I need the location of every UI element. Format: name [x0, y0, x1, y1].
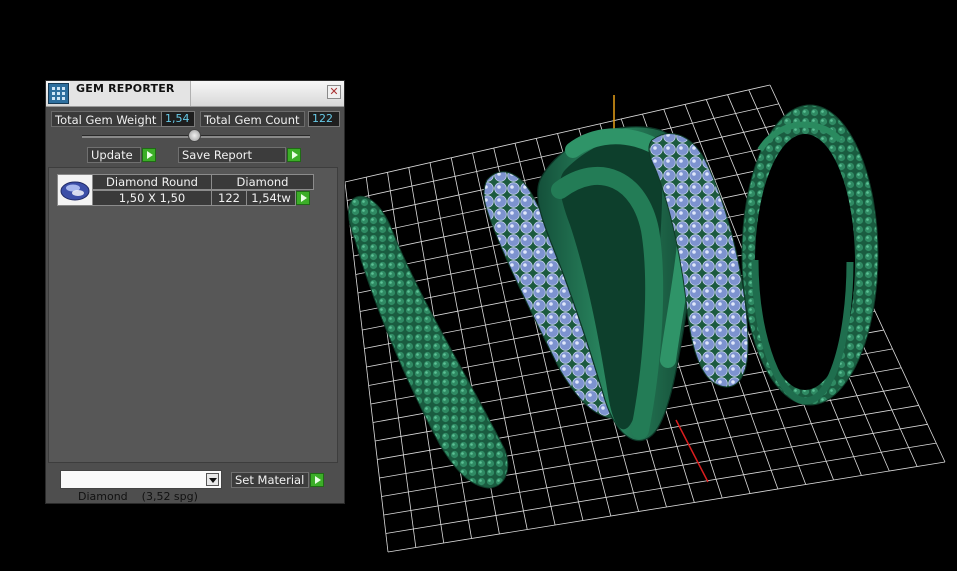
chevron-down-icon[interactable] — [206, 473, 219, 486]
x-axis-line — [675, 419, 709, 483]
gem-size: 1,50 X 1,50 — [92, 190, 212, 206]
beaded-ring-right — [741, 104, 879, 406]
update-button[interactable]: Update — [87, 147, 141, 163]
panel-titlebar[interactable]: GEM REPORTER ✕ — [46, 81, 344, 107]
total-gem-weight-value: 1,54 — [161, 111, 195, 127]
save-report-button[interactable]: Save Report — [178, 147, 286, 163]
gem-weight: 1,54tw — [246, 190, 296, 206]
total-gem-weight-label: Total Gem Weight — [51, 111, 162, 127]
close-icon[interactable]: ✕ — [327, 85, 341, 99]
gem-row-arrow-icon[interactable] — [296, 191, 310, 205]
material-select-value: Diamond (3,52 spg) — [78, 490, 198, 503]
total-gem-count-label: Total Gem Count — [200, 111, 305, 127]
panel-title: GEM REPORTER — [76, 82, 175, 95]
set-material-arrow-icon[interactable] — [310, 473, 324, 487]
update-arrow-icon[interactable] — [142, 148, 156, 162]
save-report-arrow-icon[interactable] — [287, 148, 301, 162]
gem-reporter-panel: GEM REPORTER ✕ Total Gem Weight 1,54 Tot… — [45, 80, 345, 504]
gem-reporter-app-icon — [48, 83, 69, 104]
panel-divider-slider-knob[interactable] — [188, 129, 201, 142]
set-material-button[interactable]: Set Material — [231, 472, 309, 488]
gem-count: 122 — [211, 190, 247, 206]
total-gem-count-value: 122 — [308, 111, 340, 127]
gem-material-name: Diamond — [211, 174, 314, 190]
gem-thumbnail-icon — [57, 174, 93, 206]
gem-cut-name: Diamond Round — [92, 174, 212, 190]
material-select[interactable]: Diamond (3,52 spg) — [60, 470, 222, 503]
gem-list: Diamond Round Diamond 1,50 X 1,50 122 1,… — [48, 167, 338, 463]
